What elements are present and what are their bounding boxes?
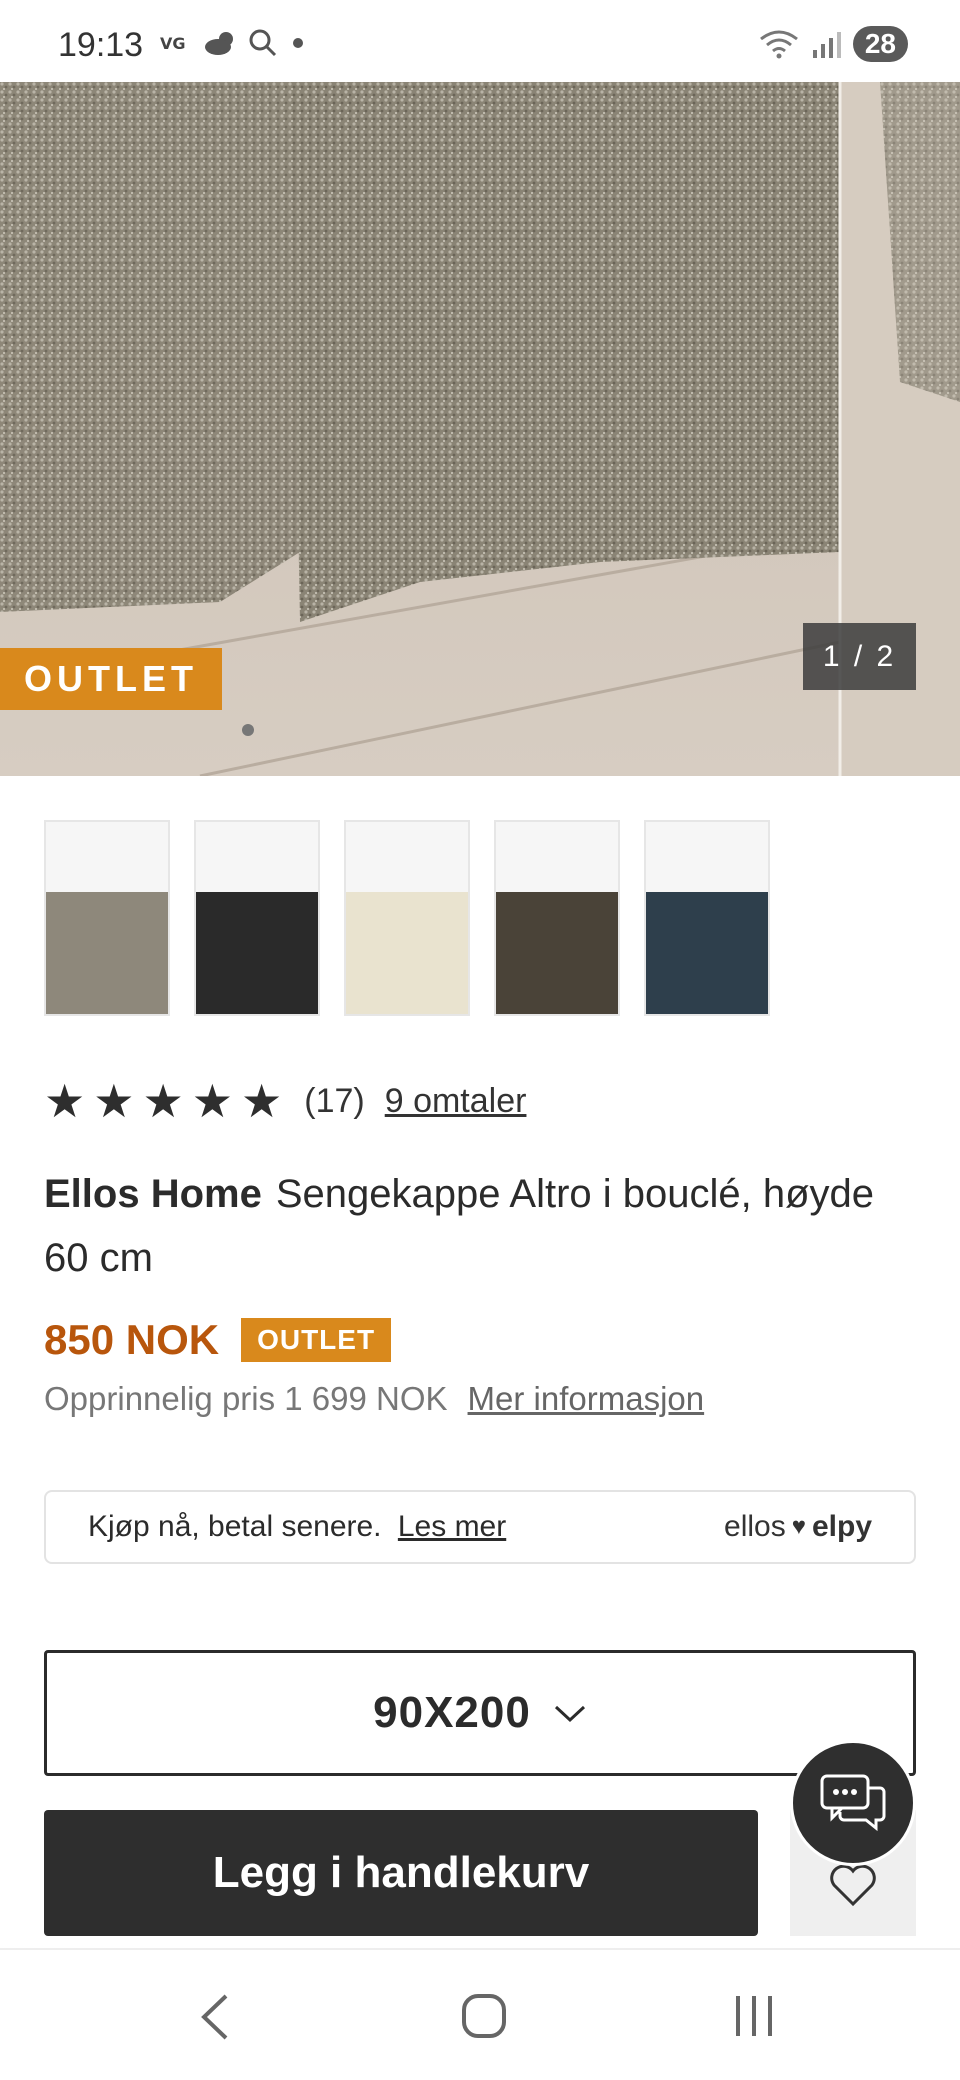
thumb-sheet — [196, 822, 318, 892]
color-thumbnails — [44, 820, 770, 1016]
system-nav-bar — [0, 1948, 960, 2080]
thumb-sheet — [46, 822, 168, 892]
star-icon: ★ — [44, 1075, 86, 1127]
thumbnail-black[interactable] — [194, 820, 320, 1016]
thumbnail-dark-brown[interactable] — [494, 820, 620, 1016]
image-counter: 1 / 2 — [803, 623, 916, 690]
outlet-badge: OUTLET — [0, 648, 222, 710]
battery-icon: 28 — [852, 26, 908, 62]
chat-button[interactable] — [790, 1740, 916, 1866]
elpy-logo-text: elpy — [811, 1510, 872, 1543]
signal-icon — [812, 32, 841, 58]
read-more-link[interactable]: Les mer — [398, 1510, 506, 1543]
thumb-sheet — [496, 822, 618, 892]
back-icon[interactable] — [196, 1992, 236, 2042]
reviews-link[interactable]: 9 omtaler — [385, 1082, 527, 1121]
add-to-cart-button[interactable]: Legg i handlekurv — [44, 1810, 758, 1936]
thumbnail-cream[interactable] — [344, 820, 470, 1016]
size-dropdown[interactable]: 90X200 — [44, 1650, 916, 1776]
pay-later-text: Kjøp nå, betal senere. — [88, 1510, 382, 1543]
thumb-skirt — [46, 882, 168, 1014]
thumbnail-dark-blue[interactable] — [644, 820, 770, 1016]
weather-icon — [205, 32, 233, 55]
size-value: 90X200 — [373, 1688, 531, 1737]
rating-count: (17) — [304, 1081, 365, 1120]
original-price: Opprinnelig pris 1 699 NOK — [44, 1380, 448, 1417]
status-time: 19:13 — [58, 26, 144, 64]
search-icon — [249, 29, 277, 57]
status-bar: 19:13 VG 28 — [0, 0, 960, 82]
recent-apps-icon[interactable] — [732, 1994, 776, 2038]
thumb-skirt — [646, 882, 768, 1014]
status-icons-left: VG — [160, 28, 308, 58]
product-image-carousel[interactable]: OUTLET 1 / 2 — [0, 82, 960, 776]
chat-icon — [820, 1774, 886, 1832]
thumb-sheet — [346, 822, 468, 892]
wifi-icon — [759, 30, 798, 59]
star-icon: ★ — [191, 1075, 233, 1127]
price-row: 850 NOK OUTLET — [44, 1316, 392, 1364]
vg-icon: VG — [160, 34, 186, 53]
ellos-logo-text: ellos — [724, 1510, 786, 1543]
ellos-elpy-logo: ellos ♥ elpy — [724, 1510, 872, 1544]
product-brand[interactable]: Ellos Home — [44, 1172, 262, 1216]
current-price: 850 NOK — [44, 1316, 220, 1363]
star-icon: ★ — [241, 1075, 283, 1127]
star-icon: ★ — [142, 1075, 184, 1127]
svg-text:VG: VG — [160, 34, 186, 53]
status-icons-right: 28 — [759, 26, 908, 62]
thumb-skirt — [346, 882, 468, 1014]
pay-later-text-wrap: Kjøp nå, betal senere. Les mer — [88, 1510, 506, 1544]
heart-outline-icon — [830, 1864, 876, 1907]
star-icon: ★ — [93, 1075, 135, 1127]
dot-icon — [293, 38, 303, 48]
home-icon[interactable] — [460, 1992, 508, 2040]
original-price-row: Opprinnelig pris 1 699 NOK Mer informasj… — [44, 1380, 704, 1418]
star-rating: ★ ★ ★ ★ ★ — [44, 1078, 282, 1124]
thumbnail-beige-grey[interactable] — [44, 820, 170, 1016]
heart-icon: ♥ — [791, 1513, 806, 1540]
thumb-skirt — [196, 882, 318, 1014]
thumb-skirt — [496, 882, 618, 1014]
product-title: Ellos Home Sengekappe Altro i bouclé, høy… — [44, 1162, 924, 1290]
pay-later-banner: Kjøp nå, betal senere. Les mer ellos ♥ e… — [44, 1490, 916, 1564]
chevron-down-icon — [554, 1705, 585, 1723]
more-info-link[interactable]: Mer informasjon — [468, 1380, 705, 1418]
thumb-sheet — [646, 822, 768, 892]
rating-row: ★ ★ ★ ★ ★ (17) 9 omtaler — [44, 1078, 526, 1124]
price-outlet-badge: OUTLET — [241, 1318, 392, 1362]
